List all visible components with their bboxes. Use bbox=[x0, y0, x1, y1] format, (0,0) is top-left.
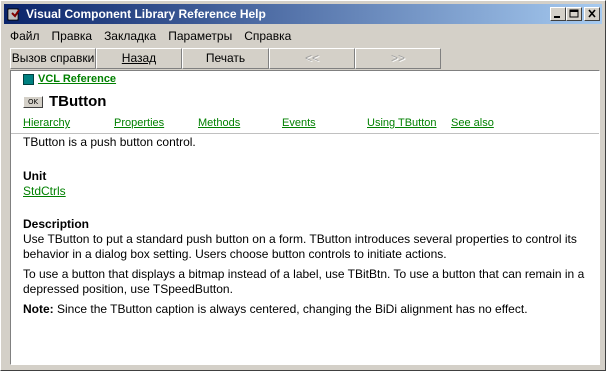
window-title: Visual Component Library Reference Help bbox=[26, 7, 266, 21]
back-button[interactable]: Назад bbox=[96, 48, 182, 69]
see-also-link[interactable]: See also bbox=[451, 117, 494, 129]
menu-edit[interactable]: Правка bbox=[46, 27, 99, 45]
contents-button[interactable]: Вызов справки bbox=[10, 48, 96, 69]
close-button[interactable] bbox=[584, 7, 600, 21]
properties-link[interactable]: Properties bbox=[114, 117, 164, 129]
topic-nav-links: Hierarchy Properties Methods Events Usin… bbox=[23, 117, 599, 131]
menu-bookmark[interactable]: Закладка bbox=[98, 27, 162, 45]
help-book-icon bbox=[6, 6, 22, 22]
description-heading: Description bbox=[23, 217, 90, 231]
button-component-icon: OK bbox=[23, 95, 43, 108]
menu-file[interactable]: Файл bbox=[4, 27, 46, 45]
vcl-reference-link[interactable]: VCL Reference bbox=[38, 73, 116, 85]
topic-header: VCL Reference OK TButton Hierarchy Prope… bbox=[11, 71, 599, 134]
menu-help[interactable]: Справка bbox=[238, 27, 297, 45]
unit-heading: Unit bbox=[23, 169, 47, 183]
methods-link[interactable]: Methods bbox=[198, 117, 240, 129]
using-tbutton-link[interactable]: Using TButton bbox=[367, 117, 437, 129]
print-button[interactable]: Печать bbox=[182, 48, 269, 69]
title-bar[interactable]: Visual Component Library Reference Help bbox=[4, 4, 602, 24]
note-label: Note: bbox=[23, 302, 54, 316]
menu-bar: Файл Правка Закладка Параметры Справка bbox=[4, 26, 297, 46]
events-link[interactable]: Events bbox=[282, 117, 316, 129]
hierarchy-link[interactable]: Hierarchy bbox=[23, 117, 70, 129]
page-title: TButton bbox=[49, 93, 107, 110]
help-toolbar: Вызов справки Назад Печать << >> bbox=[10, 48, 441, 69]
topic-body: TButton is a push button control. Unit S… bbox=[23, 135, 588, 317]
topic-square-icon bbox=[23, 73, 34, 85]
summary-text: TButton is a push button control. bbox=[23, 135, 196, 149]
note-text: Since the TButton caption is always cent… bbox=[57, 302, 528, 316]
topic-pane: VCL Reference OK TButton Hierarchy Prope… bbox=[10, 70, 600, 365]
unit-link[interactable]: StdCtrls bbox=[23, 184, 66, 198]
description-paragraph-2: To use a button that displays a bitmap i… bbox=[23, 267, 585, 296]
maximize-button[interactable] bbox=[566, 7, 582, 21]
menu-options[interactable]: Параметры bbox=[162, 27, 238, 45]
browse-prev-button[interactable]: << bbox=[269, 48, 355, 69]
breadcrumb: VCL Reference bbox=[23, 73, 116, 85]
help-window: Visual Component Library Reference Help … bbox=[0, 0, 606, 371]
minimize-button[interactable] bbox=[550, 7, 566, 21]
minimize-icon bbox=[554, 16, 560, 18]
topic-heading: OK TButton bbox=[23, 93, 106, 110]
note-paragraph: Note: Since the TButton caption is alway… bbox=[23, 302, 588, 317]
close-icon bbox=[588, 9, 596, 18]
maximize-icon bbox=[569, 9, 579, 18]
description-paragraph-1: Use TButton to put a standard push butto… bbox=[23, 232, 577, 261]
browse-next-button[interactable]: >> bbox=[355, 48, 441, 69]
